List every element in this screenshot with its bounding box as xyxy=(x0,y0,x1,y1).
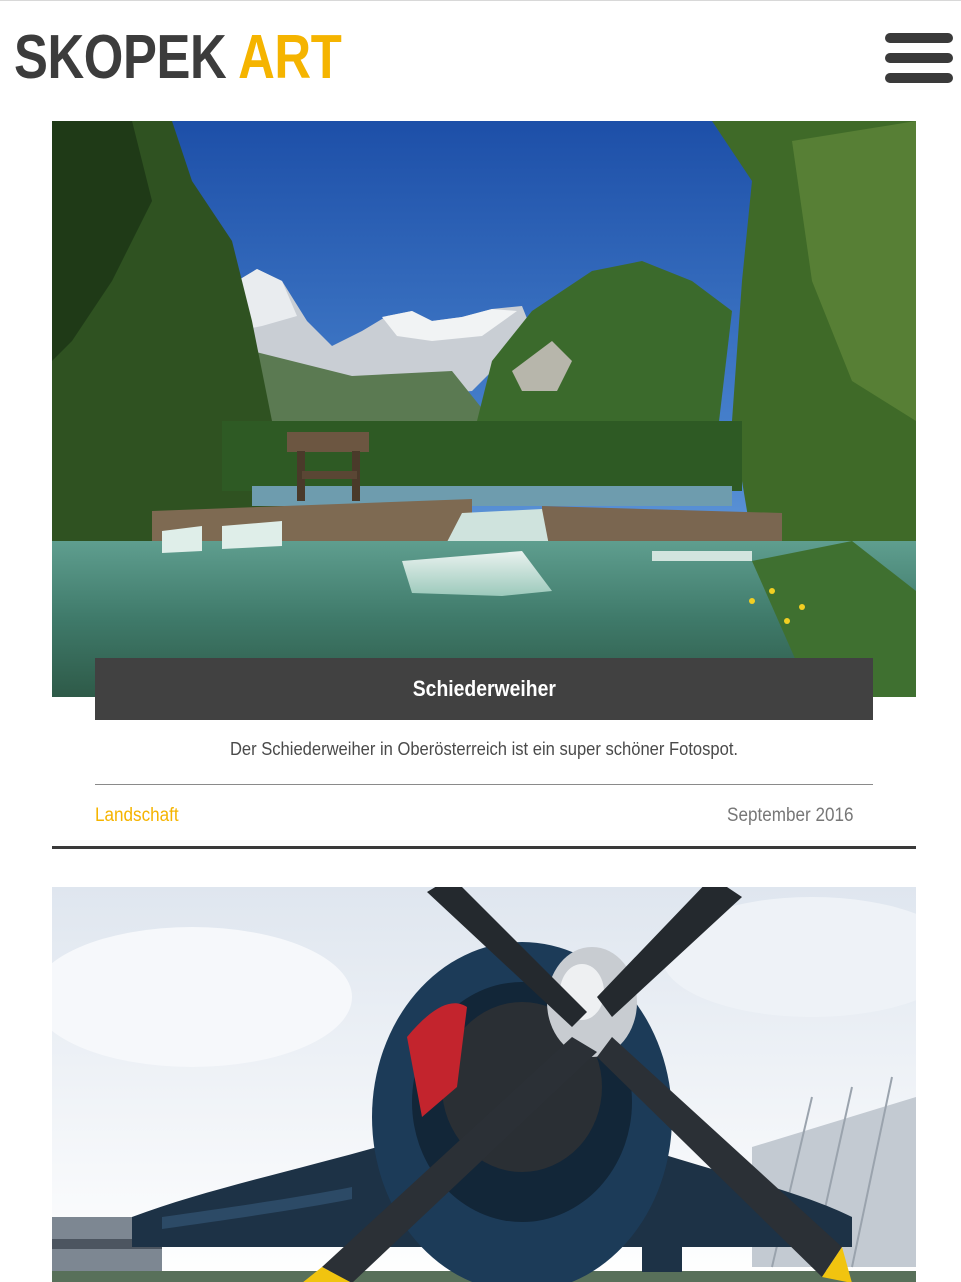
site-logo[interactable]: SKOPEK ART xyxy=(14,23,342,92)
post-date: September 2016 xyxy=(726,805,853,826)
lake-landscape-photo xyxy=(52,121,916,697)
menu-bar xyxy=(885,73,953,83)
site-header: SKOPEK ART xyxy=(0,1,961,113)
post-divider xyxy=(95,784,873,785)
post-title[interactable]: Schiederweiher xyxy=(412,676,555,702)
menu-bar xyxy=(885,33,953,43)
post-meta: Landschaft September 2016 xyxy=(95,805,873,829)
hamburger-menu-icon[interactable] xyxy=(883,31,955,85)
post-separator xyxy=(52,846,916,849)
post-title-bar[interactable]: Schiederweiher xyxy=(95,658,873,720)
menu-bar xyxy=(885,53,953,63)
post-featured-image[interactable] xyxy=(52,887,916,1282)
post-featured-image[interactable] xyxy=(52,121,916,697)
post-excerpt: Der Schiederweiher in Oberösterreich ist… xyxy=(229,739,739,759)
logo-primary-text: SKOPEK xyxy=(14,23,227,92)
propeller-aircraft-photo xyxy=(52,887,916,1282)
post-category-link[interactable]: Landschaft xyxy=(95,805,179,827)
blog-post-card xyxy=(52,887,916,1282)
blog-post-card: Schiederweiher Der Schiederweiher in Obe… xyxy=(52,121,916,850)
logo-accent-text: ART xyxy=(238,23,342,92)
